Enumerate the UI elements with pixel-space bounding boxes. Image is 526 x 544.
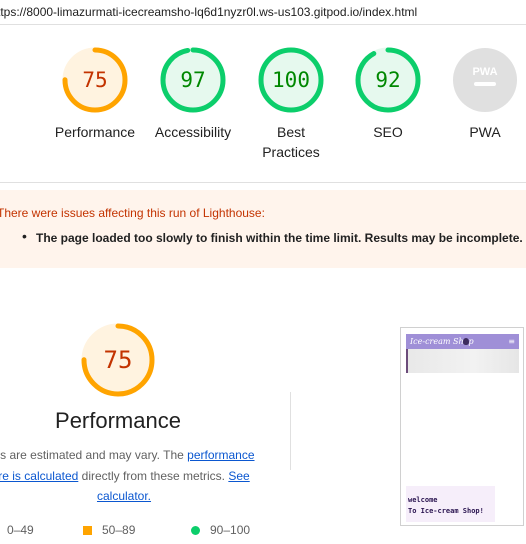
legend-pass: 90–100 [191, 523, 250, 537]
score-calculated-link[interactable]: re is calculated [0, 469, 78, 483]
warning-banner: There were issues affecting this run of … [0, 190, 526, 268]
legend-label: 0–49 [7, 523, 34, 537]
square-icon [83, 526, 92, 535]
thumbnail-hero-image [406, 349, 519, 373]
performance-description: es are estimated and may vary. The perfo… [0, 445, 260, 507]
warning-item: The page loaded too slowly to finish wit… [36, 231, 523, 245]
score-legend: 0–49 50–89 90–100 [0, 520, 300, 540]
see-calculator-link[interactable]: See [228, 469, 249, 483]
category-gauges: 75 Performance 97 Accessibility 100 Best… [0, 40, 526, 180]
menu-icon: ≡ [508, 337, 515, 346]
legend-label: 90–100 [210, 523, 251, 537]
circle-icon [191, 526, 200, 535]
gauge-accessibility[interactable]: 97 Accessibility [143, 47, 243, 142]
gauge-best-practices[interactable]: 100 Best Practices [241, 47, 341, 162]
page-screenshot-thumbnail[interactable]: Ice-cream Shop ≡ welcome To Ice-cream Sh… [400, 327, 524, 526]
ice-cream-icon [463, 338, 469, 345]
performance-link[interactable]: performance [187, 448, 254, 462]
gauge-score: 100 [272, 68, 310, 92]
gauge-score: 97 [180, 68, 206, 92]
performance-title: Performance [55, 408, 181, 433]
thumbnail-welcome-box: welcome To Ice-cream Shop! [406, 486, 495, 522]
url-text: ttps://8000-limazurmati-icecreamsho-lq6d… [0, 5, 418, 19]
bullet-icon: • [22, 228, 27, 244]
desc-text: es are estimated and may vary. The [0, 448, 188, 462]
thumbnail-navbar: Ice-cream Shop ≡ [406, 334, 519, 349]
desc-text: directly from these metrics. [78, 468, 229, 483]
gauge-seo[interactable]: 92 SEO [338, 47, 438, 142]
gauge-label: Best Practices [262, 124, 320, 160]
gauge-label: Accessibility [154, 124, 232, 140]
performance-score: 75 [103, 346, 133, 374]
legend-fail: 0–49 [7, 523, 34, 537]
section-divider [0, 182, 526, 183]
gauge-label: Performance [54, 124, 136, 140]
legend-label: 50–89 [102, 523, 136, 537]
gauge-score: 75 [82, 68, 108, 92]
warning-title: There were issues affecting this run of … [0, 206, 265, 220]
vertical-divider [290, 392, 291, 470]
gauge-performance[interactable]: 75 Performance [45, 47, 145, 142]
legend-average: 50–89 [83, 523, 135, 537]
performance-gauge[interactable]: 75 [80, 322, 156, 398]
gauge-label: SEO [373, 124, 403, 140]
address-bar[interactable]: ttps://8000-limazurmati-icecreamsho-lq6d… [0, 0, 526, 25]
calculator-link[interactable]: calculator. [97, 489, 151, 503]
gauge-label: PWA [469, 124, 501, 140]
pwa-badge-text: PWA [472, 66, 498, 78]
gauge-score: 92 [375, 68, 401, 92]
welcome-line: welcome [408, 496, 438, 504]
gauge-pwa[interactable]: PWA PWA [435, 47, 526, 142]
hero-edge [406, 349, 408, 373]
welcome-line: To Ice-cream Shop! [408, 507, 484, 515]
